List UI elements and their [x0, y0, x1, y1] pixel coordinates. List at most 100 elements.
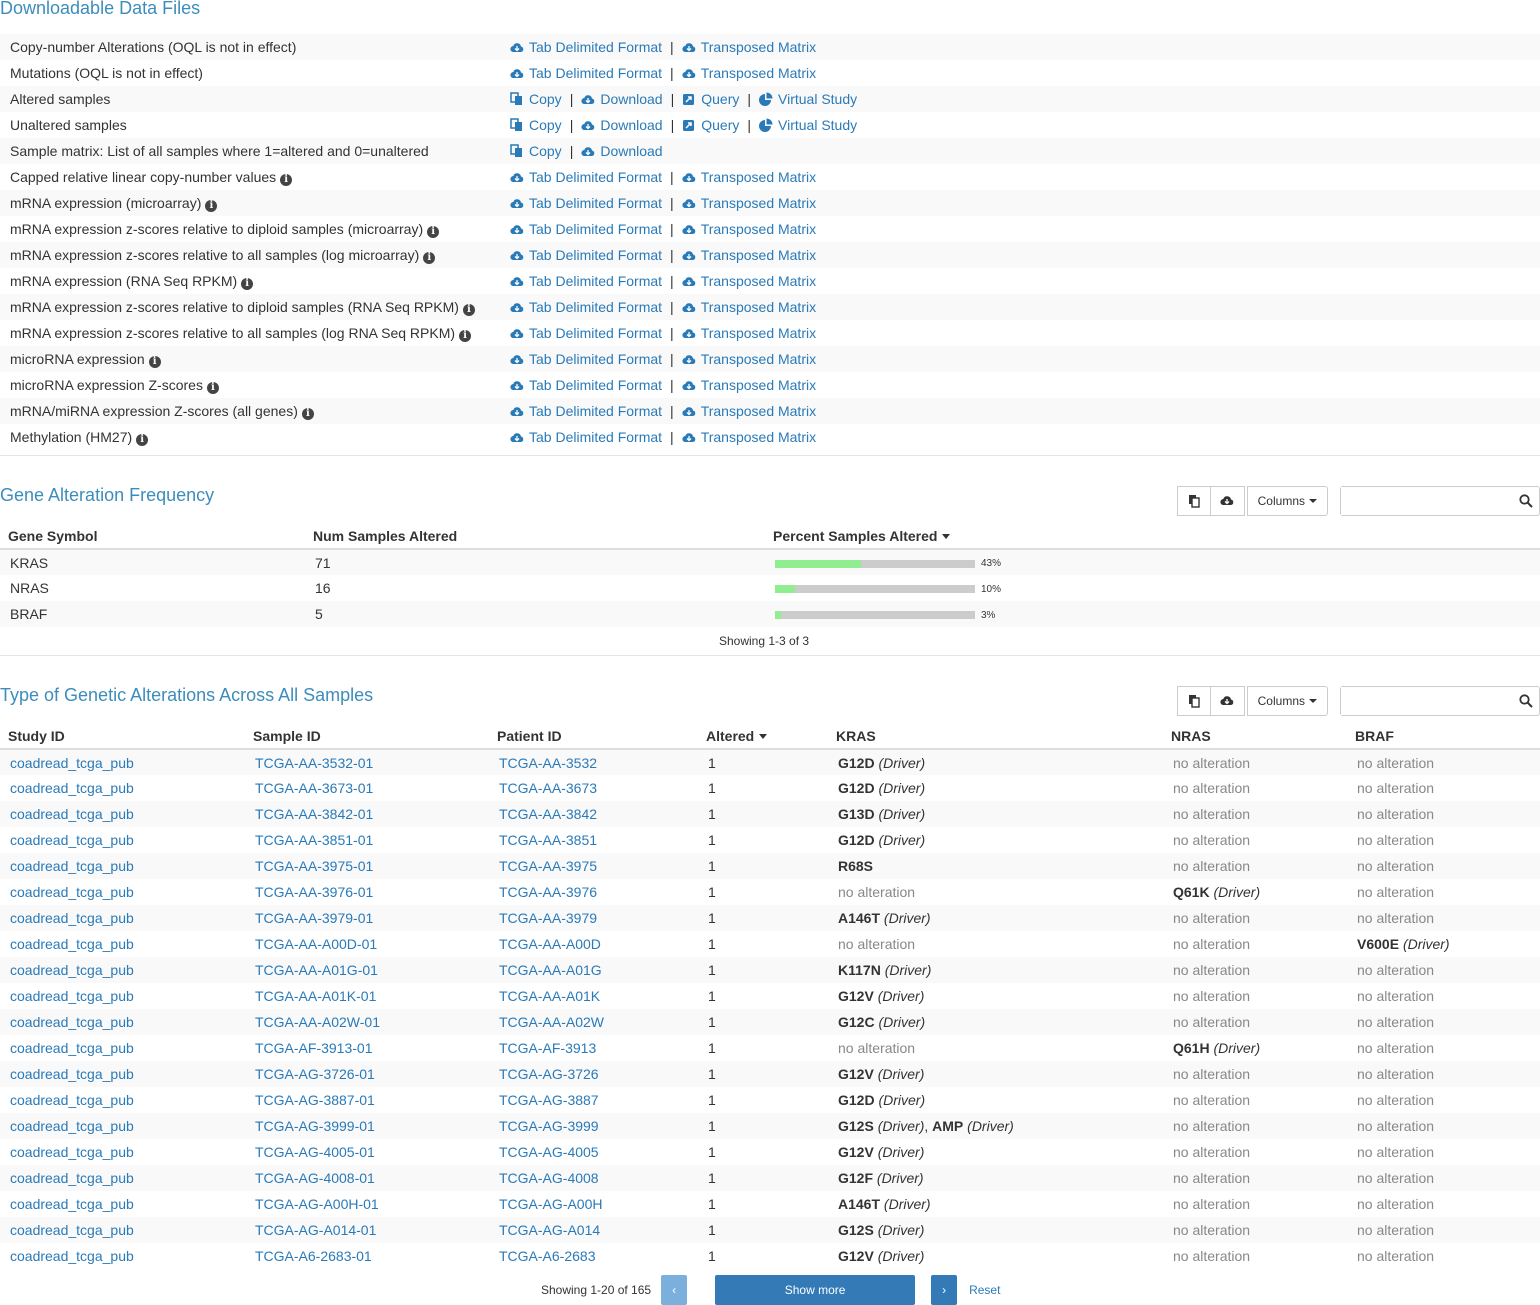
sample-id-link[interactable]: TCGA-AA-A01G-01: [255, 962, 378, 978]
patient-id-link[interactable]: TCGA-AA-3842: [499, 806, 597, 822]
sample-id-link[interactable]: TCGA-AA-3532-01: [255, 755, 373, 771]
patient-id-link[interactable]: TCGA-AG-3726: [499, 1066, 599, 1082]
study-id-link[interactable]: coadread_tcga_pub: [10, 1170, 134, 1186]
tab-delimited-link[interactable]: Tab Delimited Format: [510, 65, 662, 81]
study-id-link[interactable]: coadread_tcga_pub: [10, 1092, 134, 1108]
gene-freq-search[interactable]: [1340, 486, 1540, 516]
study-id-link[interactable]: coadread_tcga_pub: [10, 1118, 134, 1134]
study-id-link[interactable]: coadread_tcga_pub: [10, 832, 134, 848]
patient-id-link[interactable]: TCGA-AG-A014: [499, 1222, 600, 1238]
transposed-matrix-link[interactable]: Transposed Matrix: [682, 377, 816, 393]
copy-button[interactable]: [1176, 686, 1211, 716]
sample-id-link[interactable]: TCGA-AA-3842-01: [255, 806, 373, 822]
download-link[interactable]: Download: [581, 143, 663, 159]
download-link[interactable]: Download: [581, 117, 663, 133]
info-icon[interactable]: i: [427, 225, 440, 238]
patient-id-link[interactable]: TCGA-AG-4008: [499, 1170, 599, 1186]
sample-id-link[interactable]: TCGA-AG-A00H-01: [255, 1196, 379, 1212]
sample-id-link[interactable]: TCGA-AG-4005-01: [255, 1144, 375, 1160]
study-id-link[interactable]: coadread_tcga_pub: [10, 1196, 134, 1212]
sample-id-link[interactable]: TCGA-AG-3999-01: [255, 1118, 375, 1134]
sample-id-link[interactable]: TCGA-AG-4008-01: [255, 1170, 375, 1186]
tab-delimited-link[interactable]: Tab Delimited Format: [510, 377, 662, 393]
transposed-matrix-link[interactable]: Transposed Matrix: [682, 221, 816, 237]
col-kras[interactable]: KRAS: [828, 723, 1163, 750]
tab-delimited-link[interactable]: Tab Delimited Format: [510, 351, 662, 367]
info-icon[interactable]: i: [462, 303, 475, 316]
col-num-samples[interactable]: Num Samples Altered: [305, 523, 765, 550]
info-icon[interactable]: i: [148, 355, 161, 368]
reset-link[interactable]: Reset: [969, 1283, 1000, 1297]
sample-id-link[interactable]: TCGA-AA-A01K-01: [255, 988, 376, 1004]
sample-id-link[interactable]: TCGA-A6-2683-01: [255, 1248, 372, 1264]
study-id-link[interactable]: coadread_tcga_pub: [10, 1222, 134, 1238]
tab-delimited-link[interactable]: Tab Delimited Format: [510, 325, 662, 341]
sample-id-link[interactable]: TCGA-AA-3673-01: [255, 780, 373, 796]
study-id-link[interactable]: coadread_tcga_pub: [10, 1040, 134, 1056]
query-link[interactable]: Query: [682, 91, 739, 107]
sample-id-link[interactable]: TCGA-AA-3975-01: [255, 858, 373, 874]
patient-id-link[interactable]: TCGA-AA-3975: [499, 858, 597, 874]
patient-id-link[interactable]: TCGA-AA-A00D: [499, 936, 601, 952]
tab-delimited-link[interactable]: Tab Delimited Format: [510, 273, 662, 289]
info-icon[interactable]: i: [459, 329, 472, 342]
query-link[interactable]: Query: [682, 117, 739, 133]
transposed-matrix-link[interactable]: Transposed Matrix: [682, 299, 816, 315]
study-id-link[interactable]: coadread_tcga_pub: [10, 1248, 134, 1264]
patient-id-link[interactable]: TCGA-AA-3673: [499, 780, 597, 796]
study-id-link[interactable]: coadread_tcga_pub: [10, 910, 134, 926]
study-id-link[interactable]: coadread_tcga_pub: [10, 1066, 134, 1082]
study-id-link[interactable]: coadread_tcga_pub: [10, 806, 134, 822]
search-input[interactable]: [1341, 487, 1511, 515]
patient-id-link[interactable]: TCGA-AG-A00H: [499, 1196, 602, 1212]
transposed-matrix-link[interactable]: Transposed Matrix: [682, 429, 816, 445]
patient-id-link[interactable]: TCGA-A6-2683: [499, 1248, 595, 1264]
col-patient-id[interactable]: Patient ID: [489, 723, 698, 750]
copy-link[interactable]: Copy: [510, 117, 562, 133]
transposed-matrix-link[interactable]: Transposed Matrix: [682, 65, 816, 81]
virtual-study-link[interactable]: Virtual Study: [759, 117, 857, 133]
prev-page-button[interactable]: ‹: [661, 1275, 688, 1305]
info-icon[interactable]: i: [136, 433, 149, 446]
copy-link[interactable]: Copy: [510, 91, 562, 107]
download-button[interactable]: [1210, 486, 1245, 516]
tab-delimited-link[interactable]: Tab Delimited Format: [510, 403, 662, 419]
study-id-link[interactable]: coadread_tcga_pub: [10, 780, 134, 796]
transposed-matrix-link[interactable]: Transposed Matrix: [682, 39, 816, 55]
sample-id-link[interactable]: TCGA-AG-3726-01: [255, 1066, 375, 1082]
info-icon[interactable]: i: [301, 407, 314, 420]
transposed-matrix-link[interactable]: Transposed Matrix: [682, 403, 816, 419]
tab-delimited-link[interactable]: Tab Delimited Format: [510, 169, 662, 185]
transposed-matrix-link[interactable]: Transposed Matrix: [682, 195, 816, 211]
tab-delimited-link[interactable]: Tab Delimited Format: [510, 299, 662, 315]
study-id-link[interactable]: coadread_tcga_pub: [10, 755, 134, 771]
patient-id-link[interactable]: TCGA-AG-3999: [499, 1118, 599, 1134]
study-id-link[interactable]: coadread_tcga_pub: [10, 1144, 134, 1160]
sample-id-link[interactable]: TCGA-AF-3913-01: [255, 1040, 372, 1056]
col-percent-samples[interactable]: Percent Samples Altered: [765, 523, 1540, 550]
study-id-link[interactable]: coadread_tcga_pub: [10, 936, 134, 952]
download-link[interactable]: Download: [581, 91, 663, 107]
sample-id-link[interactable]: TCGA-AA-3976-01: [255, 884, 373, 900]
sample-id-link[interactable]: TCGA-AA-A02W-01: [255, 1014, 380, 1030]
study-id-link[interactable]: coadread_tcga_pub: [10, 1014, 134, 1030]
study-id-link[interactable]: coadread_tcga_pub: [10, 988, 134, 1004]
patient-id-link[interactable]: TCGA-AF-3913: [499, 1040, 596, 1056]
transposed-matrix-link[interactable]: Transposed Matrix: [682, 273, 816, 289]
columns-dropdown[interactable]: Columns: [1246, 686, 1328, 716]
virtual-study-link[interactable]: Virtual Study: [759, 91, 857, 107]
show-more-button[interactable]: Show more: [715, 1275, 916, 1305]
search-input[interactable]: [1341, 687, 1511, 715]
patient-id-link[interactable]: TCGA-AA-A01G: [499, 962, 602, 978]
info-icon[interactable]: i: [241, 277, 254, 290]
patient-id-link[interactable]: TCGA-AA-3851: [499, 832, 597, 848]
study-id-link[interactable]: coadread_tcga_pub: [10, 858, 134, 874]
patient-id-link[interactable]: TCGA-AG-4005: [499, 1144, 599, 1160]
col-braf[interactable]: BRAF: [1347, 723, 1540, 750]
sample-id-link[interactable]: TCGA-AA-A00D-01: [255, 936, 377, 952]
tab-delimited-link[interactable]: Tab Delimited Format: [510, 429, 662, 445]
transposed-matrix-link[interactable]: Transposed Matrix: [682, 169, 816, 185]
tab-delimited-link[interactable]: Tab Delimited Format: [510, 247, 662, 263]
next-page-button[interactable]: ›: [931, 1275, 958, 1305]
patient-id-link[interactable]: TCGA-AA-3532: [499, 755, 597, 771]
